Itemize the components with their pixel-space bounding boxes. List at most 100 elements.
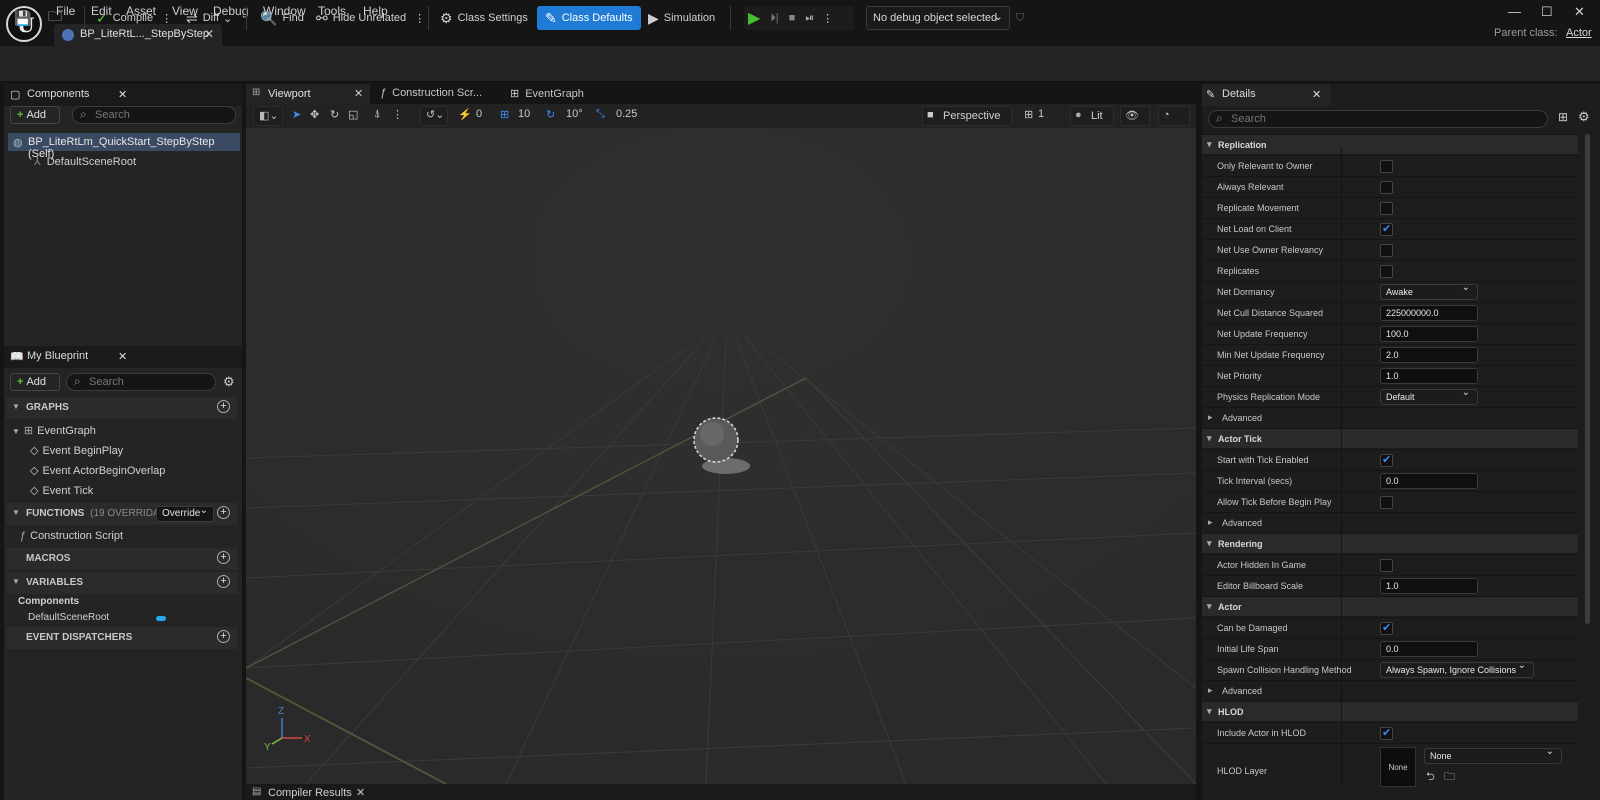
event-dispatchers-section[interactable]: EVENT DISPATCHERS + [6, 627, 238, 649]
parent-class-link[interactable]: Actor [1566, 27, 1592, 39]
component-root-item[interactable]: ⅄ DefaultSceneRoot [34, 155, 136, 168]
override-dropdown[interactable]: Override ⌄ [156, 505, 214, 522]
physics-replication-dropdown[interactable]: Default [1380, 387, 1478, 405]
show-flags-dropdown[interactable]: 👁 [1120, 106, 1150, 126]
browse-asset-icon[interactable]: 🗀 [1444, 768, 1455, 787]
play-icon[interactable]: ▶ [748, 8, 760, 28]
variable-item[interactable]: DefaultSceneRoot [28, 612, 109, 623]
advanced-expander[interactable]: Advanced [1202, 680, 1578, 701]
camera-speed-value[interactable]: 1 [1038, 108, 1044, 120]
viewport-canvas[interactable]: Z X Y [246, 128, 1196, 784]
scale-snap-value[interactable]: 0.25 [616, 108, 637, 120]
close-details-icon[interactable]: ✕ [1312, 88, 1321, 101]
checkbox-checked[interactable] [1380, 222, 1393, 236]
close-components-icon[interactable]: ✕ [118, 88, 127, 101]
select-mode-icon[interactable]: ➤ [292, 108, 301, 121]
scale-snap-icon[interactable]: ⤡ [596, 108, 605, 121]
category-actor[interactable]: Actor [1202, 596, 1578, 616]
net-dormancy-dropdown[interactable]: Awake [1380, 282, 1478, 300]
property-matrix-icon[interactable]: ⊞ [1558, 110, 1568, 124]
billboard-scale-input[interactable]: 1.0 [1380, 578, 1478, 594]
tab-construction-script[interactable]: ƒ Construction Scr... [380, 87, 482, 99]
close-tab-icon[interactable]: ✕ [354, 87, 363, 100]
checkbox[interactable] [1380, 181, 1393, 194]
checkbox[interactable] [1380, 496, 1393, 509]
advanced-expander[interactable]: Advanced [1202, 512, 1578, 533]
find-button[interactable]: 🔍 Find [260, 6, 304, 30]
checkbox[interactable] [1380, 265, 1393, 278]
step-icon[interactable]: ⏵︎| [770, 12, 778, 25]
perspective-dropdown[interactable]: ■ Perspective [922, 106, 1012, 126]
angle-snap-value[interactable]: 10° [566, 108, 583, 120]
tick-interval-input[interactable]: 0.0 [1380, 473, 1478, 489]
checkbox[interactable] [1380, 160, 1393, 173]
checkbox[interactable] [1380, 244, 1393, 257]
net-cull-input[interactable]: 225000000.0 [1380, 305, 1478, 321]
compiler-results-tab[interactable]: Compiler Results [268, 787, 352, 799]
class-defaults-button[interactable]: ✎ Class Defaults [537, 6, 641, 30]
checkbox[interactable] [1380, 559, 1393, 572]
add-macro-icon[interactable]: + [217, 551, 230, 564]
category-actor-tick[interactable]: Actor Tick [1202, 428, 1578, 448]
checkbox-checked[interactable] [1380, 726, 1393, 740]
rotation-snap-icon[interactable]: ⚡ [458, 108, 472, 121]
save-icon[interactable]: 💾 [14, 6, 36, 30]
view-mode-dropdown[interactable]: ● Lit [1070, 106, 1114, 126]
use-selected-icon[interactable]: ⮌ [1426, 768, 1435, 787]
details-search-input[interactable]: Search [1208, 110, 1548, 128]
graphs-section[interactable]: ▼ GRAPHS + [6, 397, 238, 419]
class-settings-button[interactable]: ⚙ Class Settings [440, 6, 528, 30]
camera-speed-icon[interactable]: ⊞ [1024, 108, 1033, 121]
my-blueprint-tab[interactable]: My Blueprint [27, 350, 88, 362]
net-priority-input[interactable]: 1.0 [1380, 368, 1478, 384]
compile-button[interactable]: ✓ Compile ⋮ [96, 6, 172, 30]
add-variable-icon[interactable]: + [217, 575, 230, 588]
tab-event-graph[interactable]: ⊞ EventGraph [510, 87, 584, 100]
minimize-icon[interactable]: — [1508, 4, 1521, 19]
realtime-dropdown[interactable]: ◔ [1158, 106, 1190, 126]
components-tab[interactable]: Components [27, 88, 89, 100]
add-graph-icon[interactable]: + [217, 400, 230, 413]
settings-gear-icon[interactable]: ⚙ [223, 374, 235, 390]
details-tab[interactable]: ✎ Details ✕ [1202, 84, 1330, 106]
components-search-input[interactable]: Search [72, 106, 236, 124]
close-my-blueprint-icon[interactable]: ✕ [118, 350, 127, 363]
add-function-icon[interactable]: + [217, 506, 230, 519]
net-update-input[interactable]: 100.0 [1380, 326, 1478, 342]
event-graph-item[interactable]: ▼ ⊞ EventGraph [12, 424, 96, 437]
scale-icon[interactable]: ◱ [348, 108, 358, 121]
hide-unrelated-button[interactable]: ⚯ Hide Unrelated ⋮ [316, 6, 425, 30]
compile-options-icon[interactable]: ⋮ [161, 12, 172, 25]
possess-icon[interactable]: ⏯ [805, 12, 814, 25]
hide-unrelated-options-icon[interactable]: ⋮ [414, 12, 425, 25]
advanced-expander[interactable]: Advanced [1202, 407, 1578, 428]
rotation-snap-value[interactable]: 0 [476, 108, 482, 120]
category-hlod[interactable]: HLOD [1202, 701, 1578, 721]
close-compiler-icon[interactable]: ✕ [356, 786, 365, 799]
macros-section[interactable]: MACROS + [6, 548, 238, 570]
components-variable-group[interactable]: Components [18, 596, 79, 607]
grid-snap-value[interactable]: 10 [518, 108, 530, 120]
simulation-button[interactable]: ▶ Simulation [648, 6, 715, 30]
construction-script-item[interactable]: ƒ Construction Script [20, 530, 123, 542]
hlod-layer-dropdown[interactable]: None [1424, 746, 1562, 764]
viewport-more-icon[interactable]: ⋮ [392, 108, 403, 121]
maximize-icon[interactable]: ☐ [1541, 4, 1553, 20]
event-item[interactable]: ◇ Event BeginPlay [30, 444, 123, 457]
coordinate-system-button[interactable]: ↺⌄ [420, 106, 448, 126]
debug-object-dropdown[interactable]: No debug object selected ⌄ [866, 6, 1010, 30]
component-self-item[interactable]: ◍ BP_LiteRtLm_QuickStart_StepByStep (Self… [8, 133, 240, 160]
surface-snap-icon[interactable]: ⍋ [374, 108, 381, 121]
my-blueprint-search-input[interactable]: Search [66, 373, 216, 391]
add-dispatcher-icon[interactable]: + [217, 630, 230, 643]
category-rendering[interactable]: Rendering [1202, 533, 1578, 553]
add-blueprint-item-button[interactable]: + Add [10, 373, 60, 391]
viewport-options-button[interactable]: ◧⌄ [253, 106, 283, 126]
spawn-collision-dropdown[interactable]: Always Spawn, Ignore Collisions [1380, 660, 1534, 678]
min-net-update-input[interactable]: 2.0 [1380, 347, 1478, 363]
play-options-icon[interactable]: ⋮ [822, 12, 833, 25]
diff-button[interactable]: ⇌ Diff ⌄ [186, 6, 232, 30]
grid-snap-icon[interactable]: ⊞ [500, 108, 509, 121]
translate-icon[interactable]: ✥ [310, 108, 319, 121]
add-component-button[interactable]: + Add [10, 106, 60, 124]
